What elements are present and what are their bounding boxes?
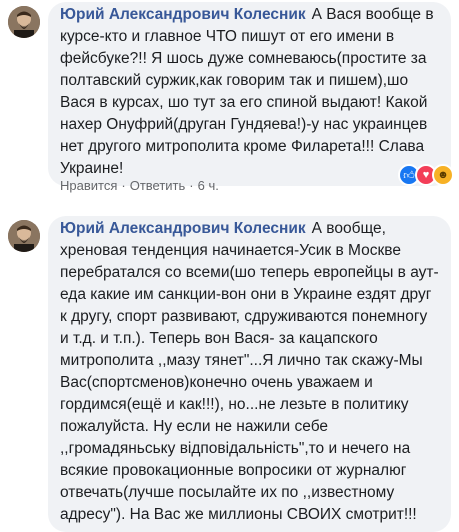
reaction-summary[interactable]: 👍︎ ♥ ☻ <box>398 164 454 186</box>
avatar[interactable] <box>8 220 40 252</box>
comment-text: А вообще, хреновая тенденция начинается-… <box>60 220 439 523</box>
separator-dot: · <box>121 178 126 193</box>
avatar-image <box>8 6 40 38</box>
timestamp-link[interactable]: 6 ч. <box>198 178 219 193</box>
separator-dot: · <box>189 178 194 193</box>
comment-text: А Вася вообще в курсе-кто и главное ЧТО … <box>60 6 434 177</box>
comment-bubble: Юрий Александрович Колесник А Вася вообще… <box>48 2 451 186</box>
reply-button[interactable]: Ответить <box>130 178 186 193</box>
like-button[interactable]: Нравится <box>60 178 117 193</box>
comment-author-link[interactable]: Юрий Александрович Колесник <box>60 6 306 23</box>
comment-author-link[interactable]: Юрий Александрович Колесник <box>60 220 306 237</box>
haha-icon: ☻ <box>432 164 454 186</box>
comment-actions: Нравится · Ответить · 6 ч. <box>60 178 219 194</box>
comment-bubble: Юрий Александрович Колесник А вообще, хре… <box>48 216 451 532</box>
avatar[interactable] <box>8 6 40 38</box>
avatar-image <box>8 220 40 252</box>
